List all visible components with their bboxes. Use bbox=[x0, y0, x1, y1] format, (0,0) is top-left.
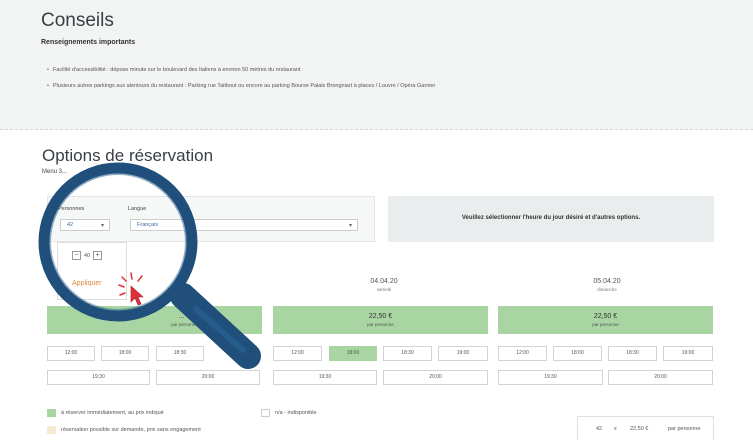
summary-qty: 42 bbox=[596, 426, 603, 432]
time-slot[interactable]: 18:00 bbox=[553, 346, 602, 361]
time-slot[interactable]: 12:00 bbox=[47, 346, 95, 361]
conseils-item: Plusieurs autres parkings aux alentours … bbox=[47, 82, 435, 98]
filter-panel: Personnes 42 ▾ Langue Français ▾ bbox=[47, 196, 375, 242]
info-panel: Veuillez sélectionner l'heure du jour dé… bbox=[388, 196, 714, 242]
time-slot[interactable]: 19:30 bbox=[498, 370, 603, 385]
day-weekday: dimanche bbox=[597, 287, 617, 292]
legend-swatch-immediate bbox=[47, 409, 56, 417]
legend-on-request: réservation possible sur demande, prix s… bbox=[61, 427, 201, 433]
chevron-down-icon: ▾ bbox=[100, 223, 104, 229]
chevron-down-icon: ▾ bbox=[348, 223, 352, 229]
price-amount: 22,50 € bbox=[593, 313, 618, 320]
time-slot[interactable]: 18:30 bbox=[156, 346, 204, 361]
increment-button[interactable]: + bbox=[93, 251, 103, 260]
apply-button[interactable]: Appliquer bbox=[72, 280, 102, 287]
decrement-button[interactable]: − bbox=[72, 251, 81, 260]
day-weekday: samedi bbox=[376, 287, 392, 292]
time-slot[interactable]: 20:00 bbox=[608, 370, 713, 385]
language-value: Français bbox=[137, 222, 159, 228]
info-message: Veuillez sélectionner l'heure du jour dé… bbox=[461, 215, 641, 221]
stepper-value: 40 bbox=[84, 252, 91, 259]
price-box[interactable]: 22,50 € par personne bbox=[273, 306, 488, 334]
price-per: par personne bbox=[171, 322, 198, 327]
options-title: Options de réservation bbox=[42, 146, 214, 165]
price-amount: ... € bbox=[178, 313, 191, 320]
time-slot-selected[interactable]: 18:00 bbox=[329, 346, 377, 361]
time-slot[interactable]: 18:30 bbox=[383, 346, 432, 361]
time-slot[interactable]: 12:00 bbox=[273, 346, 322, 361]
price-per: par personne bbox=[592, 322, 619, 327]
conseils-section: Conseils Renseignements importants Facil… bbox=[0, 0, 753, 130]
conseils-list: Facilité d'accessibilité : dépose minute… bbox=[47, 66, 435, 98]
persons-dropdown: − 40 + Appliquer bbox=[57, 242, 127, 300]
price-amount: 22,50 € bbox=[368, 313, 393, 320]
persons-value: 42 bbox=[67, 222, 74, 228]
menu-subtitle: Menu 3... bbox=[42, 169, 68, 175]
persons-stepper[interactable]: − 40 + bbox=[72, 251, 103, 260]
legend-immediate: à réserver immédiatement, au prix indiqu… bbox=[61, 410, 164, 416]
time-slot[interactable]: 19:00 bbox=[663, 346, 713, 361]
persons-label: Personnes bbox=[58, 206, 85, 212]
day-date: 05.04.20 bbox=[593, 278, 621, 285]
legend-unavailable: n/a - indisponible bbox=[275, 410, 317, 416]
language-select[interactable]: Français ▾ bbox=[130, 219, 358, 231]
price-box[interactable]: 22,50 € par personne bbox=[498, 306, 713, 334]
time-slot[interactable]: 18:30 bbox=[608, 346, 657, 361]
conseils-title: Conseils bbox=[41, 10, 114, 31]
persons-select[interactable]: 42 ▾ bbox=[60, 219, 110, 231]
time-slot[interactable]: 20:00 bbox=[156, 370, 260, 385]
legend-swatch-unavailable bbox=[261, 409, 270, 417]
language-label: Langue bbox=[128, 206, 147, 212]
order-summary: 42 x 22,50 € par personne bbox=[577, 416, 714, 440]
price-box[interactable]: ... € par personne bbox=[47, 306, 262, 334]
time-slot[interactable]: 19:30 bbox=[273, 370, 377, 385]
time-slot[interactable]: 19:00 bbox=[438, 346, 488, 361]
day-header: 04.04.20 samedi bbox=[274, 278, 494, 292]
summary-unit-price: 22,50 € bbox=[630, 426, 649, 432]
time-slot[interactable]: 12:00 bbox=[498, 346, 547, 361]
conseils-item: Facilité d'accessibilité : dépose minute… bbox=[47, 66, 435, 82]
conseils-subtitle: Renseignements importants bbox=[41, 39, 136, 46]
time-slot[interactable]: 18:00 bbox=[101, 346, 149, 361]
time-slot[interactable]: 19:30 bbox=[47, 370, 150, 385]
summary-times: x bbox=[614, 426, 617, 432]
summary-per: par personne bbox=[668, 426, 701, 432]
legend-swatch-on-request bbox=[47, 426, 56, 434]
day-header: 05.04.20 dimanche bbox=[497, 278, 717, 292]
day-date: 04.04.20 bbox=[370, 278, 398, 285]
time-slot[interactable]: 20:00 bbox=[383, 370, 488, 385]
price-per: par personne bbox=[367, 322, 394, 327]
